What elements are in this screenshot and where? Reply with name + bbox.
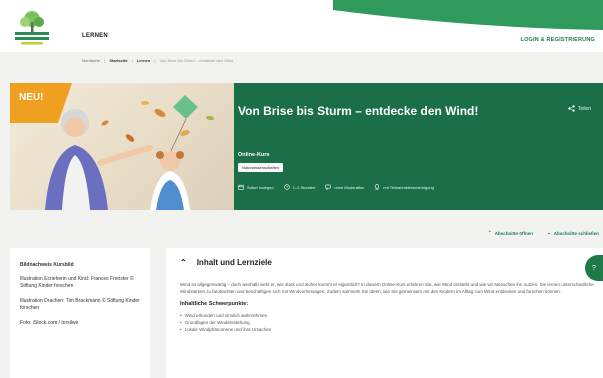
login-register-link[interactable]: LOGIN & REGISTRIERUNG	[521, 37, 595, 43]
meta-start: Sofort loslegen	[238, 184, 274, 190]
new-badge-label: NEU!	[19, 92, 44, 103]
course-hero: NEU!	[10, 83, 603, 210]
breadcrumb-item-current: Von Brise bis Sturm – entdecke den Wind	[159, 58, 234, 63]
meta-duration-label: 1–2 Stunden	[292, 184, 316, 190]
certificate-icon	[375, 184, 380, 190]
breadcrumb-item-start[interactable]: Startseite	[109, 58, 127, 63]
chevron-up-icon: ⌃	[180, 258, 187, 267]
meta-certificate-label: mit Teilnahmebescheinigung	[383, 184, 434, 190]
share-button[interactable]: Teilen	[568, 105, 591, 112]
help-icon: ?	[592, 264, 596, 272]
breadcrumb-separator: |	[131, 58, 133, 63]
breadcrumb-item-learn[interactable]: Lernen	[137, 58, 150, 63]
list-item: Wind erkunden und sinnlich wahrnehmen	[180, 312, 589, 319]
site-header: LERNEN LOGIN & REGISTRIERUNG	[0, 0, 603, 52]
image-credits-card: Bildnachweis Kursbild Illustration Erzie…	[10, 248, 150, 378]
course-title: Von Brise bis Sturm – entdecke den Wind!	[238, 104, 479, 118]
section-intro: Wind ist allgegenwärtig – doch weshalb w…	[180, 282, 594, 295]
open-all-sections-button[interactable]: ⌃ Abschnitte öffnen	[488, 230, 533, 236]
focus-list: Wind erkunden und sinnlich wahrnehmen Gr…	[180, 312, 589, 333]
meta-duration: 1–2 Stunden	[283, 184, 316, 190]
list-item: Lokale Windphänomene und ihre Ursachen	[180, 326, 589, 333]
section-header-toggle[interactable]: ⌃ Inhalt und Lernziele	[180, 258, 589, 267]
section-title: Inhalt und Lernziele	[196, 258, 272, 267]
header-swoosh-decoration	[333, 0, 603, 30]
content-section: ⌃ Inhalt und Lernziele Wind ist allgegen…	[166, 248, 603, 378]
clock-icon	[283, 184, 290, 190]
breadcrumb-item-home-region[interactable]: Nordische	[82, 58, 100, 63]
chevron-up-icon: ⌃	[487, 230, 492, 235]
new-badge	[10, 83, 72, 123]
section-toggle-row: ⌃ Abschnitte öffnen ⌄ Abschnitte schließ…	[488, 230, 599, 236]
breadcrumb-separator: |	[154, 58, 156, 63]
page: LERNEN LOGIN & REGISTRIERUNG Nordische |…	[0, 0, 603, 378]
image-credit-3: Foto: iStock.com / torsilwe	[20, 319, 79, 326]
image-credit-2: Illustration Drachen: Tim Brackmann © St…	[20, 297, 140, 312]
list-item: Grundlagen der Windentstehung	[180, 319, 589, 326]
close-all-sections-button[interactable]: ⌄ Abschnitte schließen	[547, 230, 599, 236]
share-icon	[568, 105, 575, 112]
calendar-icon	[238, 184, 244, 190]
chevron-down-icon: ⌄	[546, 230, 551, 235]
breadcrumb: Nordische | Startseite | Lernen | Von Br…	[82, 58, 236, 63]
nav-item-learn[interactable]: LERNEN	[82, 33, 108, 39]
chat-icon	[325, 184, 332, 190]
site-logo[interactable]	[12, 6, 52, 48]
section-subheading: Inhaltliche Schwerpunkte:	[180, 301, 249, 308]
course-type: Online-Kurs	[238, 152, 270, 158]
course-meta: Sofort loslegen 1–2 Stunden ohne Moderat…	[238, 184, 434, 190]
meta-certificate: mit Teilnahmebescheinigung	[374, 184, 434, 190]
meta-moderation: ohne Moderation	[325, 184, 364, 190]
breadcrumb-separator: |	[104, 58, 106, 63]
open-all-label: Abschnitte öffnen	[494, 230, 533, 236]
course-hero-illustration: NEU!	[10, 83, 234, 210]
course-topic-tag[interactable]: Naturwissenschaften	[238, 163, 284, 172]
image-credit-1: Illustration Erzieherin und Kind: France…	[20, 275, 134, 290]
meta-moderation-label: ohne Moderation	[334, 184, 365, 190]
image-credits-heading: Bildnachweis Kursbild	[20, 262, 74, 268]
close-all-label: Abschnitte schließen	[553, 230, 599, 236]
share-label: Teilen	[577, 105, 591, 112]
meta-start-label: Sofort loslegen	[247, 184, 274, 190]
